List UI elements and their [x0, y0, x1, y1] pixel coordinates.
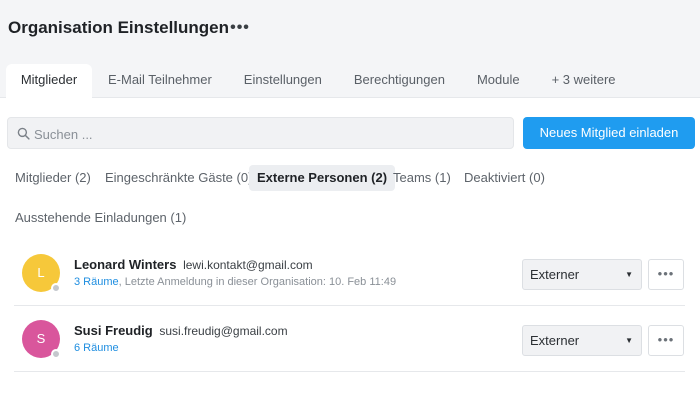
filter-eingeschraenkte-gaeste[interactable]: Eingeschränkte Gäste (0) [97, 165, 260, 191]
presence-indicator [51, 349, 61, 359]
chevron-down-icon: ▼ [625, 270, 633, 279]
member-last-login: , Letzte Anmeldung in dieser Organisatio… [118, 276, 397, 288]
tab-module[interactable]: Module [461, 64, 536, 98]
role-select[interactable]: Externer ▼ [522, 259, 642, 290]
tab-mitglieder[interactable]: Mitglieder [6, 64, 92, 98]
member-name: Susi Freudig [74, 323, 153, 338]
role-select-value: Externer [530, 267, 580, 282]
settings-tabs: Mitglieder E-Mail Teilnehmer Einstellung… [6, 64, 632, 98]
member-more-button[interactable]: ••• [648, 325, 684, 356]
search-icon [17, 127, 30, 140]
member-name: Leonard Winters [74, 257, 177, 272]
member-name-line: Leonard Winters lewi.kontakt@gmail.com [74, 257, 313, 272]
filter-teams[interactable]: Teams (1) [385, 165, 459, 191]
member-rooms-link[interactable]: 3 Räume [74, 276, 119, 288]
search-box[interactable] [7, 117, 514, 149]
member-more-button[interactable]: ••• [648, 259, 684, 290]
page-title: Organisation Einstellungen [8, 18, 230, 37]
member-row: S Susi Freudig susi.freudig@gmail.com 6 … [14, 306, 685, 372]
role-select[interactable]: Externer ▼ [522, 325, 642, 356]
member-row: L Leonard Winters lewi.kontakt@gmail.com… [14, 240, 685, 306]
member-meta: 6 Räume [74, 342, 119, 354]
role-select-value: Externer [530, 333, 580, 348]
tab-berechtigungen[interactable]: Berechtigungen [338, 64, 461, 98]
member-email: lewi.kontakt@gmail.com [183, 258, 313, 272]
filter-deaktiviert[interactable]: Deaktiviert (0) [456, 165, 553, 191]
chevron-down-icon: ▼ [625, 336, 633, 345]
filter-mitglieder[interactable]: Mitglieder (2) [7, 165, 99, 191]
settings-header: Organisation Einstellungen ••• Mitgliede… [0, 0, 700, 98]
member-name-line: Susi Freudig susi.freudig@gmail.com [74, 323, 288, 338]
member-email: susi.freudig@gmail.com [159, 324, 288, 338]
filter-ausstehende-einladungen[interactable]: Ausstehende Einladungen (1) [7, 205, 194, 231]
presence-indicator [51, 283, 61, 293]
filter-externe-personen[interactable]: Externe Personen (2) [249, 165, 396, 191]
tab-more[interactable]: + 3 weitere [536, 64, 632, 98]
member-rooms-link[interactable]: 6 Räume [74, 342, 119, 354]
tab-einstellungen[interactable]: Einstellungen [228, 64, 338, 98]
more-options-button[interactable]: ••• [230, 18, 250, 40]
member-meta: 3 Räume, Letzte Anmeldung in dieser Orga… [74, 276, 396, 288]
invite-member-button[interactable]: Neues Mitglied einladen [523, 117, 695, 149]
search-input[interactable] [34, 124, 504, 144]
tab-email-teilnehmer[interactable]: E-Mail Teilnehmer [92, 64, 228, 98]
